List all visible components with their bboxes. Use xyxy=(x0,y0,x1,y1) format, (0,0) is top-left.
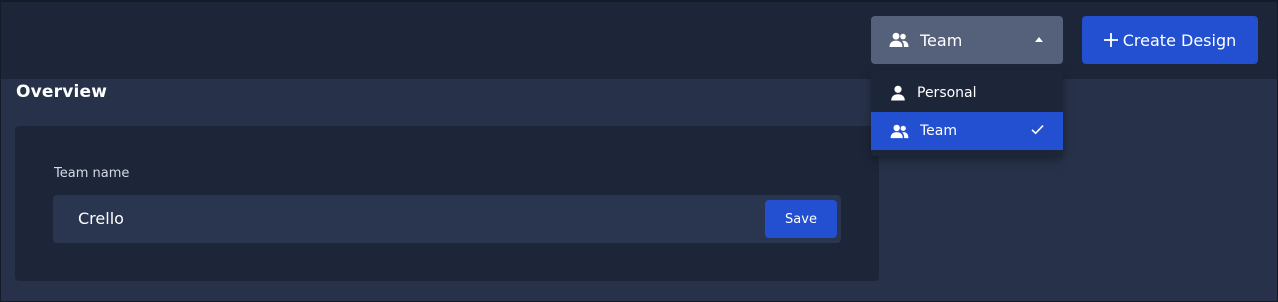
user-icon xyxy=(890,85,906,101)
team-name-field[interactable]: Crello Save xyxy=(53,195,841,243)
menu-item-team[interactable]: Team xyxy=(871,112,1063,150)
users-icon xyxy=(890,124,909,139)
menu-item-label: Personal xyxy=(917,85,977,101)
checkmark-icon xyxy=(1031,124,1044,135)
team-name-label: Team name xyxy=(54,166,130,181)
plus-icon xyxy=(1103,33,1118,47)
create-design-button[interactable]: Create Design xyxy=(1082,16,1258,64)
team-settings-card: Team name Crello Save xyxy=(15,126,879,281)
save-button[interactable]: Save xyxy=(765,200,837,238)
users-icon xyxy=(889,32,909,48)
page-title: Overview xyxy=(16,82,108,102)
caret-up-icon xyxy=(1035,37,1043,42)
team-name-value[interactable]: Crello xyxy=(78,209,124,228)
workspace-menu: Personal Team xyxy=(871,70,1063,156)
workspace-select[interactable]: Team xyxy=(871,16,1063,64)
create-design-label: Create Design xyxy=(1122,30,1237,50)
workspace-select-value: Team xyxy=(920,30,963,50)
menu-item-personal[interactable]: Personal xyxy=(871,74,1063,112)
menu-item-label: Team xyxy=(920,123,958,139)
